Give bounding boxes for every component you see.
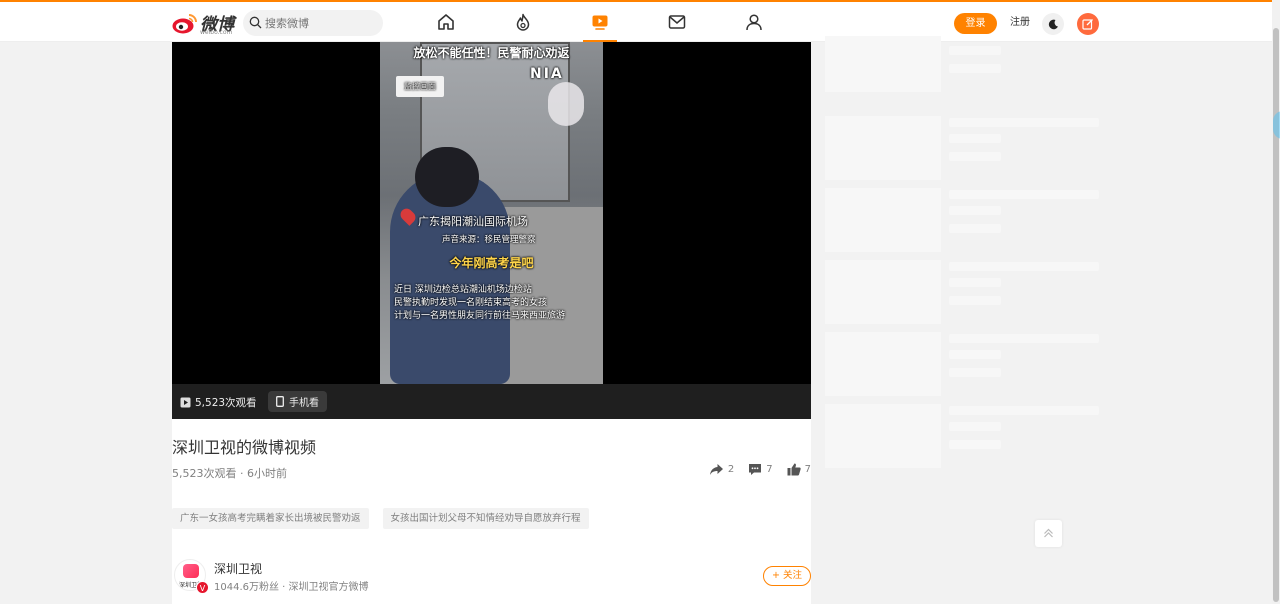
register-link[interactable]: 注册 [1010, 14, 1030, 32]
play-icon [180, 397, 191, 407]
topic-tag[interactable]: 广东一女孩高考完瞒着家长出境被民警劝返 [172, 508, 369, 529]
like-count: 7 [804, 464, 811, 475]
video-overlay-title: 放松不能任性！民警耐心劝返 [413, 46, 570, 60]
follow-button[interactable]: + 关注 [763, 566, 811, 586]
topic-tags: 广东一女孩高考完瞒着家长出境被民警劝返 女孩出国计划父母不知情经劝导自愿放弃行程 [172, 508, 589, 529]
back-to-top-button[interactable] [1035, 520, 1062, 547]
comment-count: 7 [766, 464, 773, 475]
skeleton-line [949, 64, 1001, 73]
skeleton-line [949, 278, 1001, 287]
frame-blur-face [548, 82, 584, 126]
watch-on-phone-label: 手机看 [289, 398, 319, 409]
share-button[interactable]: 2 [709, 463, 734, 476]
skeleton-item [825, 36, 1099, 114]
weibo-eye-icon [172, 14, 197, 34]
skeleton-item [825, 330, 1099, 402]
like-button[interactable]: 7 [787, 463, 811, 476]
profile-icon [746, 14, 762, 31]
share-count: 2 [727, 464, 735, 475]
video-caption-line: 近日 深圳边检总站潮汕机场边检站 [394, 285, 532, 295]
skeleton-line [949, 334, 1099, 343]
author-name[interactable]: 深圳卫视 [214, 560, 262, 577]
verified-badge: V [196, 581, 209, 594]
skeleton-thumb [825, 260, 941, 324]
dark-mode-toggle[interactable] [1042, 13, 1064, 35]
search-box[interactable] [243, 10, 383, 36]
skeleton-line [949, 262, 1099, 271]
search-icon [249, 16, 262, 29]
topic-tag[interactable]: 女孩出国计划父母不知情经劝导自愿放弃行程 [382, 508, 589, 529]
side-floating-tab[interactable] [1273, 111, 1280, 139]
comment-icon [749, 464, 762, 475]
compose-icon [1082, 19, 1093, 30]
channel-logo-icon [183, 564, 199, 578]
message-icon [668, 15, 686, 29]
logo-subtext: weibo.com [200, 29, 233, 36]
skeleton-line [949, 224, 1001, 233]
skeleton-item [825, 186, 1099, 258]
top-navigation-bar: 微博 weibo.com 搜索微博 登录 注册 [0, 0, 1272, 42]
nav-hot[interactable] [503, 2, 543, 42]
skeleton-item [825, 258, 1099, 330]
video-caption-line: 民警执勤时发现一名刚结束高考的女孩 [394, 298, 548, 308]
video-source: 声音来源：移民管理警察 [442, 235, 536, 245]
skeleton-item [825, 114, 1099, 186]
skeleton-line [949, 440, 1001, 449]
skeleton-line [949, 368, 1001, 377]
skeleton-line [949, 422, 1001, 431]
video-highlight-caption: 今年刚高考是吧 [449, 256, 534, 270]
skeleton-thumb [825, 188, 941, 252]
nav-profile[interactable] [734, 2, 774, 42]
skeleton-item [825, 402, 1099, 474]
skeleton-thumb [825, 116, 941, 180]
video-overlay-logo: NIA [530, 66, 564, 82]
skeleton-line [949, 406, 1099, 415]
hot-icon [516, 13, 530, 31]
thumbs-up-icon [787, 463, 801, 476]
view-count-label: 5,523次观看 [195, 396, 257, 409]
video-meta: 5,523次观看 · 6小时前 [172, 467, 287, 480]
nav-home[interactable] [426, 2, 466, 42]
search-input[interactable] [265, 10, 377, 36]
frame-officer-head [415, 147, 479, 207]
related-videos-skeleton [825, 36, 1099, 474]
nav-video[interactable] [580, 2, 620, 42]
skeleton-thumb [825, 404, 941, 468]
skeleton-line [949, 118, 1099, 127]
skeleton-line [949, 350, 1001, 359]
phone-icon [276, 396, 284, 407]
view-count: 5,523次观看 [180, 393, 257, 411]
nav-messages[interactable] [657, 2, 697, 42]
author-row: 深圳卫视 V 深圳卫视 1044.6万粉丝 · 深圳卫视官方微博 + 关注 [172, 557, 811, 597]
comment-button[interactable]: 7 [748, 463, 773, 476]
skeleton-line [949, 190, 1099, 199]
skeleton-line [949, 46, 1001, 55]
video-detail-card: 放松不能任性！民警耐心劝返 监控画面 NIA 广东揭阳潮汕国际机场 声音来源：移… [172, 42, 811, 604]
action-bar: 2 7 7 [709, 463, 811, 476]
share-icon [709, 464, 723, 475]
moon-icon [1048, 19, 1058, 29]
skeleton-line [949, 206, 1001, 215]
skeleton-line [949, 134, 1001, 143]
page-scrollbar[interactable] [1272, 0, 1280, 604]
weibo-logo[interactable]: 微博 weibo.com [172, 10, 234, 36]
author-subtitle: 1044.6万粉丝 · 深圳卫视官方微博 [214, 582, 369, 593]
skeleton-thumb [825, 36, 941, 92]
login-button[interactable]: 登录 [954, 13, 997, 34]
video-player[interactable]: 放松不能任性！民警耐心劝返 监控画面 NIA 广东揭阳潮汕国际机场 声音来源：移… [172, 42, 811, 419]
video-location: 广东揭阳潮汕国际机场 [418, 215, 528, 228]
compose-button[interactable] [1077, 13, 1099, 35]
video-icon [592, 15, 608, 30]
home-icon [438, 14, 454, 30]
video-title: 深圳卫视的微博视频 [172, 438, 317, 457]
video-overlay-tag: 监控画面 [396, 76, 444, 97]
skeleton-line [949, 152, 1001, 161]
back-to-top-icon [1044, 528, 1053, 538]
skeleton-line [949, 296, 1001, 305]
video-caption-line: 计划与一名男性朋友同行前往马来西亚旅游 [394, 311, 566, 321]
video-control-bar: 5,523次观看 手机看 [172, 384, 811, 419]
watch-on-phone-button[interactable]: 手机看 [268, 391, 327, 412]
skeleton-thumb [825, 332, 941, 396]
video-frame[interactable]: 放松不能任性！民警耐心劝返 监控画面 NIA 广东揭阳潮汕国际机场 声音来源：移… [380, 42, 603, 384]
